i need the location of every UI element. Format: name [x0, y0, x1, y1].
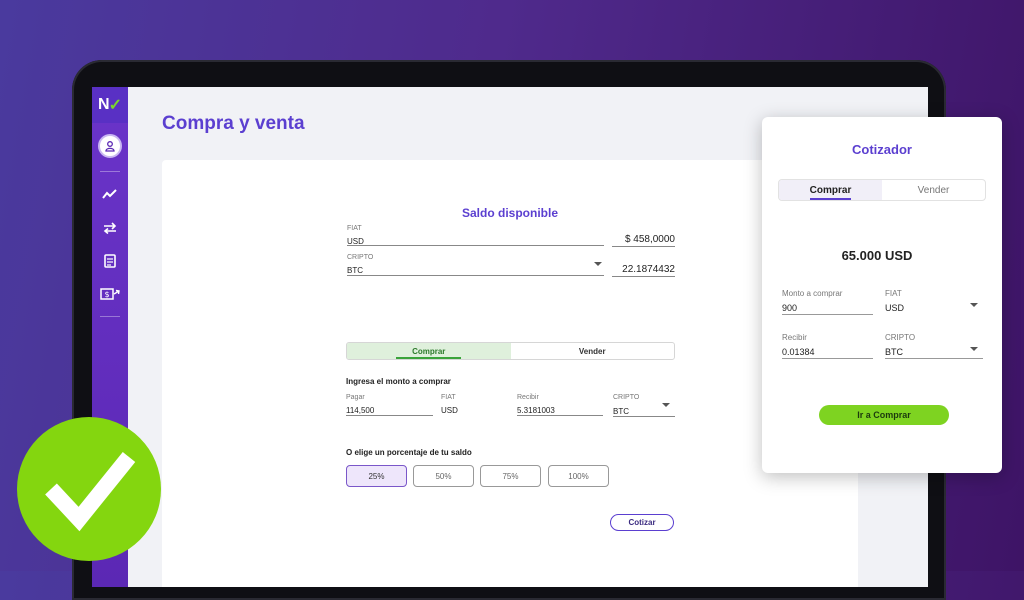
cotizador-fiat-select[interactable]: USD	[885, 303, 904, 313]
cotizador-title: Cotizador	[852, 142, 912, 157]
monto-cripto-underline	[613, 416, 675, 417]
logo-check-icon: ✓	[108, 97, 122, 114]
cotizador-panel: Cotizador Comprar Vender 65.000 USD Mont…	[762, 117, 1002, 473]
pagar-input[interactable]: 114,500	[346, 406, 374, 415]
svg-text:$: $	[104, 290, 109, 299]
cripto-amount-underline	[612, 276, 675, 277]
saldo-title: Saldo disponible	[462, 206, 559, 220]
cotizador-cripto-select[interactable]: BTC	[885, 347, 903, 357]
cotizador-tabs: Comprar Vender	[778, 179, 986, 201]
cotizador-cripto-label: CRIPTO	[885, 333, 916, 342]
chevron-down-icon[interactable]	[970, 347, 978, 351]
monto-fiat-select[interactable]: USD	[441, 406, 458, 415]
cotizador-tab-vender[interactable]: Vender	[882, 180, 985, 200]
cotizar-button[interactable]: Cotizar	[610, 514, 674, 531]
monto-cripto-select[interactable]: BTC	[613, 407, 629, 416]
user-icon	[98, 134, 122, 158]
monto-comprar-label: Monto a comprar	[782, 289, 843, 298]
monto-comprar-input[interactable]: 900	[782, 303, 797, 313]
trade-tabs: Comprar Vender	[346, 342, 675, 360]
saldo-cripto-label: CRIPTO	[347, 254, 374, 261]
trend-chart-icon	[102, 189, 117, 199]
pagar-underline	[346, 415, 433, 416]
cotizador-fiat-label: FIAT	[885, 289, 902, 298]
monto-comprar-underline	[782, 314, 873, 315]
percent-75-button[interactable]: 75%	[480, 465, 541, 487]
fiat-amount-underline	[612, 246, 675, 247]
cotizador-amount: 65.000 USD	[841, 248, 913, 263]
monto-title: Ingresa el monto a comprar	[346, 377, 451, 386]
transfer-arrows-icon	[103, 222, 117, 234]
saldo-cripto-underline	[347, 275, 604, 276]
monto-fiat-label: FIAT	[441, 394, 456, 401]
pagar-label: Pagar	[346, 394, 365, 401]
sidebar-divider	[100, 171, 120, 172]
chevron-down-icon[interactable]	[970, 303, 978, 307]
money-send-icon: $	[100, 288, 120, 300]
porcentaje-title: O elige un porcentaje de tu saldo	[346, 448, 472, 457]
cotizador-recibir-label: Recibir	[782, 333, 807, 342]
saldo-cripto-select[interactable]: BTC	[347, 266, 363, 275]
recibir-underline	[517, 415, 603, 416]
chevron-down-icon[interactable]	[662, 403, 670, 407]
ir-a-comprar-button[interactable]: Ir a Comprar	[819, 405, 949, 425]
saldo-fiat-label: FIAT	[347, 225, 362, 232]
tab-vender[interactable]: Vender	[511, 343, 675, 359]
saldo-fiat-amount: $ 458,0000	[624, 234, 675, 245]
saldo-cripto-amount: 22.1874432	[622, 264, 675, 275]
sidebar-item-exchange[interactable]	[92, 217, 128, 239]
document-icon	[104, 254, 116, 268]
page-title: Compra y venta	[162, 113, 305, 134]
monto-cripto-label: CRIPTO	[613, 394, 640, 401]
cotizador-cripto-underline	[885, 358, 983, 359]
sidebar-item-withdraw[interactable]: $	[92, 283, 128, 305]
cotizador-recibir-underline	[782, 358, 873, 359]
tab-comprar[interactable]: Comprar	[347, 343, 511, 359]
recibir-input[interactable]: 5.3181003	[517, 406, 555, 415]
cotizador-recibir-input[interactable]: 0.01384	[782, 347, 815, 357]
sidebar-item-profile[interactable]	[92, 134, 128, 158]
app-logo[interactable]: N ✓	[92, 87, 128, 123]
percent-50-button[interactable]: 50%	[413, 465, 474, 487]
trade-card: Saldo disponible FIAT USD $ 458,0000 CRI…	[162, 160, 858, 587]
chevron-down-icon[interactable]	[594, 262, 602, 266]
sidebar-divider	[100, 316, 120, 317]
percent-100-button[interactable]: 100%	[548, 465, 609, 487]
success-badge	[17, 417, 161, 561]
checkmark-icon	[45, 451, 136, 532]
cotizador-tab-comprar[interactable]: Comprar	[779, 180, 882, 200]
saldo-fiat-underline	[347, 245, 604, 246]
percent-25-button[interactable]: 25%	[346, 465, 407, 487]
recibir-label: Recibir	[517, 394, 539, 401]
sidebar-item-documents[interactable]	[92, 250, 128, 272]
sidebar-item-market[interactable]	[92, 183, 128, 205]
